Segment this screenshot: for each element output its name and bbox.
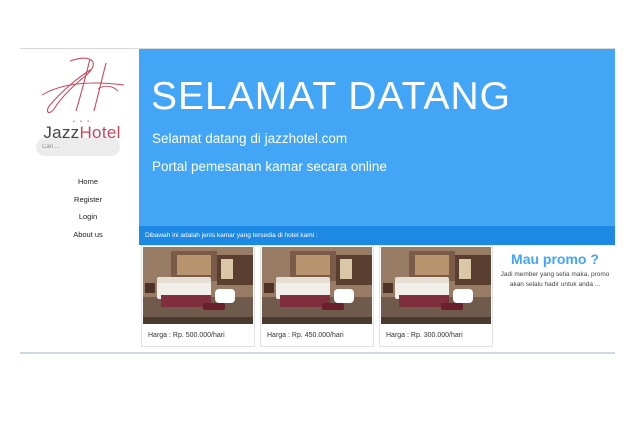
promo-panel: Mau promo ? Jadi member yang setia maka,… [494,247,616,289]
promo-text: Jadi member yang setia maka, promo akan … [500,271,610,288]
room-photo [262,247,372,324]
room-photo [143,247,253,324]
room-price: Harga : Rp. 500.000/hari [148,332,225,339]
hero-banner: SELAMAT DATANG Selamat datang di jazzhot… [139,49,615,226]
nav-item-register[interactable]: Register [20,191,156,209]
logo-monogram-icon [41,57,125,114]
room-card[interactable]: Harga : Rp. 450.000/hari [260,245,374,347]
room-card[interactable]: Harga : Rp. 300.000/hari [379,245,493,347]
search-input[interactable] [36,138,120,156]
room-card[interactable]: Harga : Rp. 500.000/hari [141,245,255,347]
nav-item-login[interactable]: Login [20,208,156,226]
hero-subtitle-1: Selamat datang di jazzhotel.com [152,131,348,146]
main-nav: Home Register Login About us [20,173,156,243]
jazzhotel-logo[interactable]: • • • JazzHotel [32,55,132,143]
room-price: Harga : Rp. 450.000/hari [267,332,344,339]
room-info-bar: Dibawah ini adalah jenis kamar yang ters… [139,226,615,245]
promo-title[interactable]: Mau promo ? [494,251,616,267]
hero-title: SELAMAT DATANG [151,75,512,118]
nav-item-about-us[interactable]: About us [20,226,156,244]
bottom-divider [20,352,615,354]
room-price: Harga : Rp. 300.000/hari [386,332,463,339]
hero-subtitle-2: Portal pemesanan kamar secara online [152,159,387,174]
room-photo [381,247,491,324]
nav-item-home[interactable]: Home [20,173,156,191]
sidebar: • • • JazzHotel Home Register Login Abou… [20,49,138,352]
